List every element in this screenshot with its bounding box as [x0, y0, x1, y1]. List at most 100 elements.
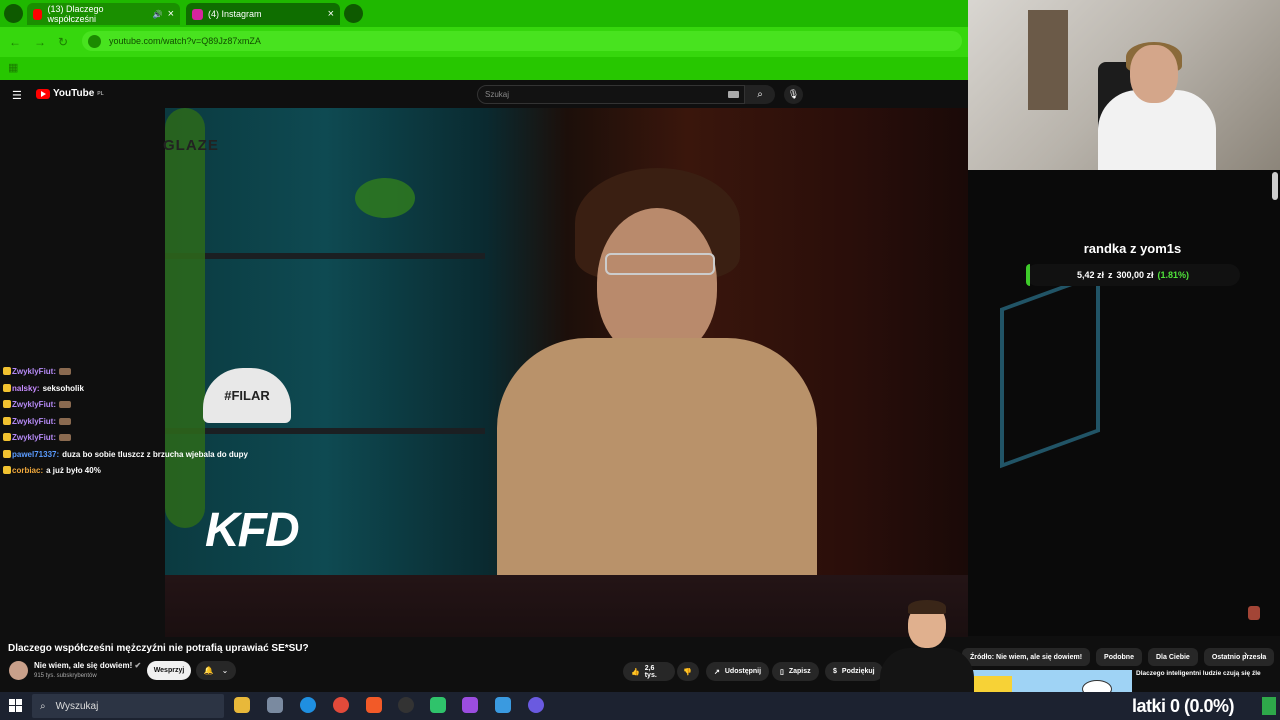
share-button[interactable]: ↗ Udostępnij — [706, 662, 770, 681]
taskbar-search-label: Wyszukaj — [55, 700, 99, 712]
share-label: Udostępnij — [724, 668, 762, 675]
save-label: Zapisz — [788, 668, 811, 675]
video-logo: KFD — [205, 504, 300, 557]
chip-similar[interactable]: Podobne — [1096, 648, 1142, 666]
video-title: Dlaczego współcześni mężczyźni nie potra… — [8, 643, 309, 654]
search-icon: ⌕ — [757, 89, 763, 100]
chat-toggle-icon[interactable] — [1248, 606, 1260, 620]
voice-search-button[interactable]: 🎙 — [784, 85, 803, 104]
notification-button[interactable]: 🔔 ⌄ — [196, 661, 236, 680]
app-icon[interactable] — [528, 697, 544, 713]
search-input[interactable]: Szukaj — [477, 85, 745, 104]
speaker-icon[interactable]: 🔊 — [153, 10, 163, 19]
app-icon[interactable] — [267, 697, 283, 713]
badge-icon — [3, 416, 11, 425]
tab-instagram-label: (4) Instagram — [208, 9, 262, 19]
search-button[interactable]: ⌕ — [745, 85, 775, 104]
channel-avatar[interactable] — [9, 661, 28, 680]
file-explorer-icon[interactable] — [234, 697, 250, 713]
badge-icon — [3, 383, 11, 392]
chat-username[interactable]: ZwyklyFiut: — [12, 417, 56, 426]
menu-icon[interactable]: ☰ — [12, 89, 22, 102]
dislike-button[interactable]: 👎 — [677, 662, 699, 681]
microphone-icon: 🎙 — [787, 89, 800, 99]
like-button[interactable]: 👍 2,6 tys. — [623, 662, 675, 681]
site-info-icon[interactable] — [88, 34, 101, 48]
url-field[interactable]: youtube.com/watch?v=Q89Jz87xmZA — [82, 31, 962, 51]
chat-message: ZwyklyFiut: — [3, 397, 263, 414]
new-tab-button[interactable] — [344, 4, 363, 23]
taskbar-search[interactable]: ⌕ Wyszukaj — [32, 694, 224, 718]
channel-name[interactable]: Nie wiem, ale się dowiem! ✔ — [34, 661, 141, 670]
chat-username[interactable]: ZwyklyFiut: — [12, 367, 56, 376]
emote-icon — [59, 417, 72, 425]
browser-menu-button[interactable] — [4, 4, 23, 23]
browser-chrome: (13) Dlaczego współcześni 🔊 × (4) Instag… — [0, 0, 968, 80]
chip-for-you[interactable]: Dla Ciebie — [1147, 648, 1198, 666]
chat-overlay: ZwyklyFiut: nalsky: seksoholik ZwyklyFiut: Z… — [3, 364, 263, 480]
youtube-logo[interactable]: YouTube PL — [36, 88, 104, 99]
windows-start-icon[interactable] — [9, 699, 22, 712]
apps-grid-icon[interactable]: ▦ — [8, 61, 18, 74]
tab-strip: (13) Dlaczego współcześni 🔊 × (4) Instag… — [0, 0, 968, 27]
brave-icon[interactable] — [366, 697, 382, 713]
channel-name-text: Nie wiem, ale się dowiem! — [34, 661, 133, 670]
bell-icon: 🔔 — [203, 666, 214, 675]
chat-message: ZwyklyFiut: — [3, 414, 263, 431]
tab-close-icon[interactable]: × — [168, 8, 174, 20]
chat-text: duza bo sobie tluszcz z brzucha wjebala … — [62, 449, 248, 459]
webcam-door — [1028, 10, 1068, 110]
save-button[interactable]: ▯ Zapisz — [772, 662, 819, 681]
thanks-button[interactable]: $ Podziękuj — [825, 662, 883, 681]
thanks-label: Podziękuj — [841, 668, 875, 675]
badge-icon — [3, 466, 11, 474]
scrollbar[interactable] — [1272, 172, 1278, 200]
host-torso — [497, 338, 817, 575]
back-icon[interactable]: ← — [9, 35, 21, 49]
badge-icon — [3, 449, 11, 458]
shelf — [165, 253, 485, 259]
chat-username[interactable]: ZwyklyFiut: — [12, 400, 56, 409]
chat-username[interactable]: nalsky: — [12, 384, 40, 393]
region-code: PL — [97, 90, 104, 97]
host-glasses — [605, 253, 715, 275]
keyboard-icon[interactable] — [728, 91, 739, 98]
chat-message: ZwyklyFiut: — [3, 430, 263, 447]
emote-icon — [59, 368, 72, 375]
donation-title: randka z yom1s — [1083, 241, 1182, 256]
tab-youtube-label: (13) Dlaczego współcześni — [47, 4, 104, 24]
bookmarks-bar: ▦ — [0, 57, 968, 80]
badge-icon — [3, 400, 11, 408]
recommended-video-title[interactable]: Dlaczego inteligentni ludzie czują się ź… — [1136, 670, 1261, 677]
chat-username[interactable]: pawel71337: — [12, 450, 59, 459]
chat-message: nalsky: seksoholik — [3, 381, 263, 398]
chat-username[interactable]: corbiac: — [12, 466, 43, 475]
thumbs-up-icon: 👍 — [631, 668, 640, 676]
chat-message: pawel71337: duza bo sobie tluszcz z brzuc… — [3, 447, 263, 464]
video-player[interactable]: #FILAR KFD — [165, 108, 968, 575]
tab-instagram[interactable]: (4) Instagram × — [186, 3, 340, 25]
chip-recent[interactable]: Ostatnio przesła — [1203, 648, 1275, 666]
host-head — [597, 208, 717, 358]
donation-progress-fill — [1026, 264, 1030, 286]
chevron-right-icon[interactable]: › — [1244, 649, 1247, 660]
verified-icon: ✔ — [134, 661, 142, 670]
tab-youtube[interactable]: (13) Dlaczego współcześni 🔊 × — [27, 3, 180, 25]
chip-source[interactable]: Źródło: Nie wiem, ale się dowiem! — [962, 648, 1091, 666]
photos-icon[interactable] — [495, 697, 511, 713]
play-app-icon[interactable] — [430, 697, 446, 713]
edge-icon[interactable] — [300, 697, 316, 713]
badge-icon — [3, 433, 11, 441]
chrome-icon[interactable] — [333, 697, 349, 713]
support-button[interactable]: Wesprzyj — [147, 661, 191, 680]
obs-icon[interactable] — [398, 697, 414, 713]
webcam-shirt-text: GLAZE — [163, 137, 219, 154]
tray-icon[interactable] — [1262, 697, 1276, 715]
chat-message: ZwyklyFiut: — [3, 364, 263, 381]
chat-username[interactable]: ZwyklyFiut: — [12, 433, 56, 442]
app-icon[interactable] — [462, 697, 478, 713]
tab-close-icon[interactable]: × — [328, 8, 334, 20]
reload-icon[interactable]: ↻ — [58, 35, 68, 49]
forward-icon[interactable]: → — [34, 35, 46, 49]
donation-progress: 5,42 zł z 300,00 zł (1.81%) — [1026, 264, 1240, 286]
